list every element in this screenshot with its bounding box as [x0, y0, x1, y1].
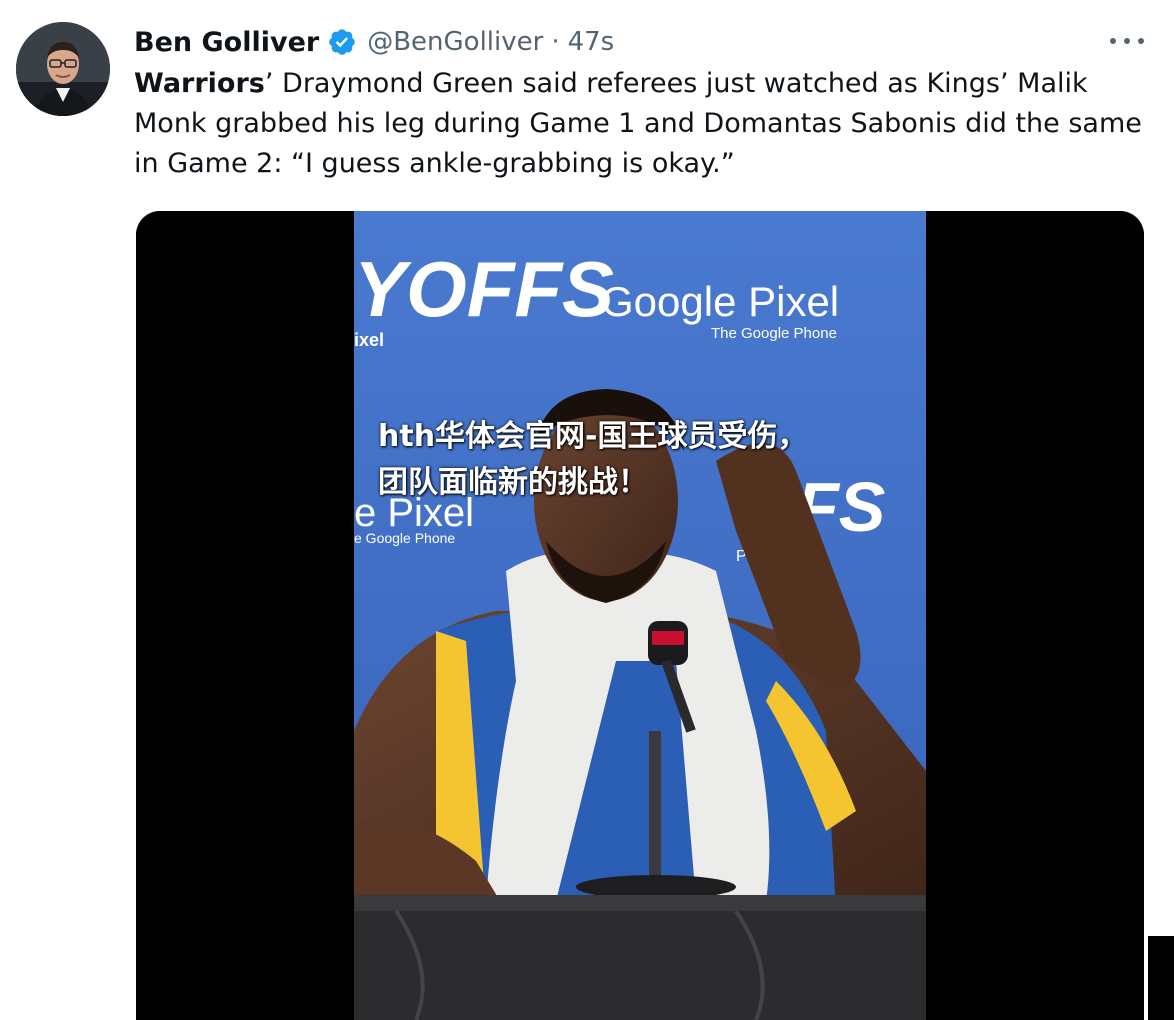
backdrop-brand: Google Pixel — [601, 278, 839, 325]
svg-text:e Google Phone: e Google Phone — [354, 530, 455, 546]
tweet-text-bold-lead[interactable]: Warriors — [134, 68, 265, 99]
separator-dot: · — [551, 27, 560, 57]
backdrop-text-playoffs: YOFFS — [354, 245, 614, 333]
tweet-timestamp[interactable]: 47s — [568, 27, 615, 57]
tweet-card: Ben Golliver @BenGolliver · 47s Warriors… — [0, 0, 1174, 1020]
avatar[interactable] — [16, 22, 110, 116]
more-options-button[interactable] — [1110, 30, 1144, 52]
tweet-media[interactable]: YOFFS ixel Google Pixel The Google Phone… — [136, 211, 1144, 1020]
corner-artifact — [1148, 936, 1174, 1020]
tweet-header: Ben Golliver @BenGolliver · 47s — [134, 22, 614, 62]
svg-text:ixel: ixel — [354, 330, 384, 350]
user-handle[interactable]: @BenGolliver — [367, 27, 543, 57]
display-name[interactable]: Ben Golliver — [134, 27, 319, 58]
video-frame-image: YOFFS ixel Google Pixel The Google Phone… — [136, 211, 1144, 1020]
more-horizontal-icon — [1110, 38, 1116, 44]
tweet-text: Warriors’ Draymond Green said referees j… — [134, 64, 1154, 184]
verified-badge-icon — [327, 27, 357, 57]
overlay-headline: hth华体会官网-国王球员受伤，团队面临新的挑战！ — [378, 419, 808, 500]
tweet-text-body: ’ Draymond Green said referees just watc… — [134, 68, 1142, 179]
profile-photo-icon — [16, 22, 110, 116]
svg-text:The Google Phone: The Google Phone — [711, 325, 837, 342]
